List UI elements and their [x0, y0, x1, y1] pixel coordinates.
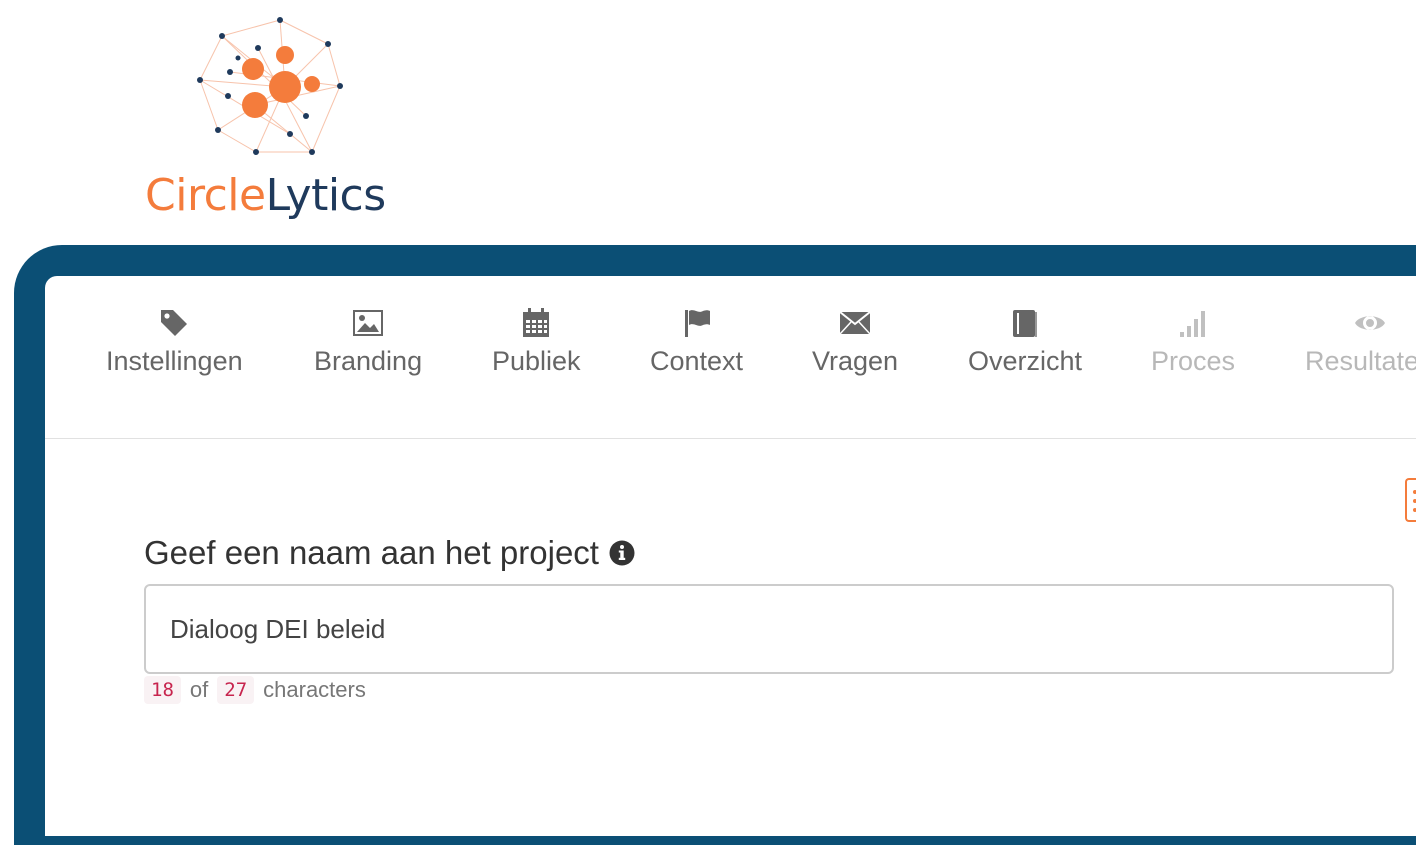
- max-char-count: 27: [217, 676, 255, 704]
- signal-icon: [1178, 306, 1208, 340]
- tab-label: Vragen: [812, 346, 899, 376]
- wizard-tabs: Instellingen Branding Publiek Context Vr: [45, 276, 1416, 439]
- tab-label: Branding: [314, 346, 423, 376]
- tab-vragen[interactable]: Vragen: [812, 306, 898, 377]
- image-icon: [353, 306, 384, 340]
- tab-label: Proces: [1151, 346, 1236, 376]
- tab-label: Resultaten: [1305, 346, 1416, 376]
- book-icon: [1011, 306, 1039, 340]
- logo-network-graphic: [197, 17, 343, 155]
- tab-label: Overzicht: [968, 346, 1083, 376]
- project-name-label-text: Geef een naam aan het project: [144, 534, 599, 571]
- envelope-icon: [839, 306, 871, 340]
- tab-overzicht[interactable]: Overzicht: [968, 306, 1082, 377]
- tag-icon: [159, 306, 189, 340]
- calendar-icon: [522, 306, 550, 340]
- character-counter: 18 of 27 characters: [144, 676, 375, 704]
- counter-suffix: characters: [263, 677, 366, 702]
- eye-icon: [1354, 306, 1386, 340]
- tab-context[interactable]: Context: [650, 306, 743, 377]
- tab-label: Instellingen: [106, 346, 243, 376]
- tab-label: Publiek: [492, 346, 581, 376]
- logo-wordmark: CircleLytics: [145, 170, 386, 221]
- tab-proces[interactable]: Proces: [1151, 306, 1235, 377]
- current-char-count: 18: [144, 676, 181, 704]
- circlelytics-logo: CircleLytics: [140, 12, 410, 221]
- tab-branding[interactable]: Branding: [314, 306, 422, 377]
- tab-instellingen[interactable]: Instellingen: [106, 306, 243, 377]
- counter-of-text: of: [189, 677, 209, 702]
- side-panel-toggle[interactable]: [1405, 478, 1416, 522]
- tab-label: Context: [650, 346, 744, 376]
- project-name-label: Geef een naam aan het project: [144, 534, 635, 572]
- tab-resultaten[interactable]: Resultaten: [1305, 306, 1416, 377]
- tab-publiek[interactable]: Publiek: [492, 306, 581, 377]
- info-icon[interactable]: [609, 540, 635, 566]
- flag-icon: [683, 306, 711, 340]
- project-name-input[interactable]: [144, 584, 1394, 674]
